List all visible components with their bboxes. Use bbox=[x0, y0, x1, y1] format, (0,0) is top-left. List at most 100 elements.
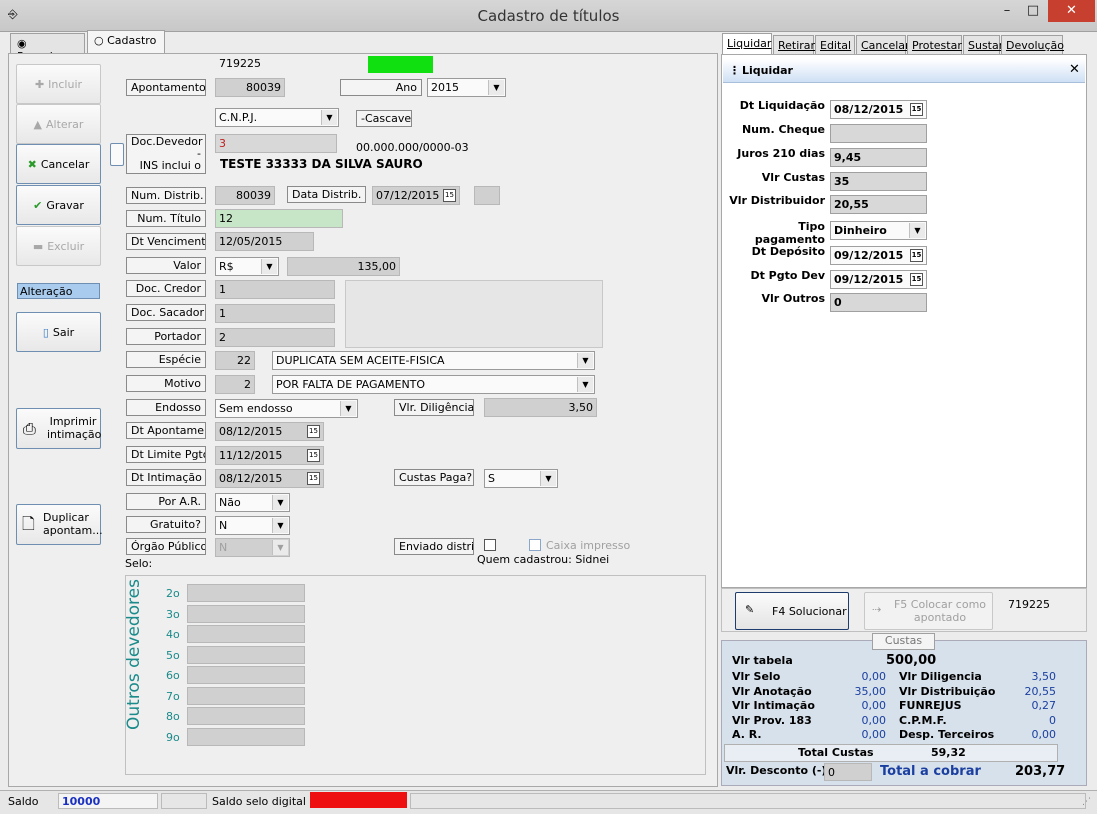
outros-row-field[interactable] bbox=[187, 686, 305, 705]
doc-devedor-toggle[interactable] bbox=[110, 143, 124, 166]
sair-button[interactable]: ▯ Sair bbox=[16, 312, 101, 352]
orgao-select[interactable]: N ▼ bbox=[215, 538, 290, 557]
right-tab-6[interactable]: Devolução bbox=[1001, 35, 1064, 55]
right-tab-2[interactable]: Edital bbox=[815, 35, 855, 55]
arrow-icon: ⇢ bbox=[872, 603, 882, 616]
doc-devedor-field[interactable]: 3 bbox=[215, 134, 337, 153]
liquidar-field-4[interactable]: 20,55 bbox=[830, 195, 927, 214]
radio-icon: ○ bbox=[94, 34, 108, 47]
dt-venc-field[interactable]: 12/05/2015 bbox=[215, 232, 314, 251]
liquidar-field-2[interactable]: 9,45 bbox=[830, 148, 927, 167]
right-tab-5[interactable]: Sustar bbox=[963, 35, 1003, 55]
diligencia-field[interactable]: 3,50 bbox=[484, 398, 597, 417]
caixa-checkbox[interactable] bbox=[529, 539, 541, 551]
custas-cell: 0,00 bbox=[861, 728, 887, 741]
close-icon[interactable]: ✕ bbox=[1069, 62, 1080, 77]
custas-cell: 0 bbox=[1049, 713, 1056, 727]
calendar-icon[interactable]: 15 bbox=[307, 425, 320, 438]
especie-select[interactable]: DUPLICATA SEM ACEITE-FISICA ▼ bbox=[272, 351, 595, 370]
por-ar-select[interactable]: Não ▼ bbox=[215, 493, 290, 512]
imprimir-button[interactable]: ⎙ Imprimir intimação bbox=[16, 408, 101, 449]
custas-cell: Vlr Diligencia bbox=[899, 670, 982, 683]
liquidar-label-4: Vlr Distribuidor bbox=[729, 194, 825, 207]
valor-field[interactable]: 135,00 bbox=[287, 257, 400, 276]
liquidar-field-0[interactable]: 08/12/2015 15 bbox=[830, 100, 927, 119]
minimize-button[interactable]: – bbox=[994, 0, 1020, 22]
tab-pesquisa[interactable]: ◉ Pesquisa bbox=[10, 33, 85, 63]
dt-apont-field[interactable]: 08/12/2015 15 bbox=[215, 422, 324, 441]
duplicar-button[interactable]: 🗋 Duplicar apontam... bbox=[16, 504, 103, 545]
dt-venc-label: Dt Vencimento bbox=[126, 233, 206, 250]
right-tab-3[interactable]: Cancelar bbox=[856, 35, 910, 55]
liquidar-field-5[interactable]: Dinheiro ▼ bbox=[830, 221, 927, 240]
num-titulo-field[interactable]: 12 bbox=[215, 209, 343, 228]
custas-paga-select[interactable]: S ▼ bbox=[484, 469, 558, 488]
endosso-label: Endosso bbox=[126, 399, 206, 416]
outros-row-field[interactable] bbox=[187, 727, 305, 746]
enviado-checkbox[interactable] bbox=[484, 539, 496, 551]
doc-credor-field[interactable]: 1 bbox=[215, 280, 335, 299]
outros-row-field[interactable] bbox=[187, 707, 305, 725]
right-tab-0[interactable]: Liquidar bbox=[722, 33, 772, 55]
outros-row-field[interactable] bbox=[187, 666, 305, 684]
liquidar-field-7[interactable]: 09/12/2015 15 bbox=[830, 270, 927, 289]
apontamento-field[interactable]: 80039 bbox=[215, 78, 285, 97]
valor-label: Valor bbox=[126, 257, 206, 274]
endosso-select[interactable]: Sem endosso ▼ bbox=[215, 399, 358, 418]
outros-row-label: 9o bbox=[166, 730, 180, 744]
total-cobrar-value: 203,77 bbox=[1015, 764, 1066, 779]
chevron-down-icon: ▼ bbox=[321, 110, 337, 125]
gratuito-select[interactable]: N ▼ bbox=[215, 516, 290, 535]
dt-limite-field[interactable]: 11/12/2015 15 bbox=[215, 446, 324, 465]
motivo-select[interactable]: POR FALTA DE PAGAMENTO ▼ bbox=[272, 375, 595, 394]
gravar-button[interactable]: ✔ Gravar bbox=[16, 185, 101, 225]
chevron-down-icon: ▼ bbox=[261, 259, 277, 274]
solucionar-button[interactable]: ✎ F4 Solucionar bbox=[735, 592, 849, 630]
doc-type-select[interactable]: C.N.P.J. ▼ bbox=[215, 108, 339, 127]
excluir-button[interactable]: ▬ Excluir bbox=[16, 226, 101, 266]
portador-field[interactable]: 2 bbox=[215, 328, 335, 347]
status-blank-wide bbox=[410, 793, 1086, 809]
num-distrib-field[interactable]: 80039 bbox=[215, 186, 275, 205]
custas-cell: A. R. bbox=[732, 728, 762, 741]
calendar-icon[interactable]: 15 bbox=[307, 449, 320, 462]
calendar-icon[interactable]: 15 bbox=[910, 249, 923, 262]
calendar-icon[interactable]: 15 bbox=[910, 273, 923, 286]
alterar-button[interactable]: ▲ Alterar bbox=[16, 104, 101, 144]
window-title: Cadastro de títulos bbox=[477, 7, 620, 25]
doc-sacador-label: Doc. Sacador bbox=[126, 304, 206, 321]
drag-handle-icon[interactable]: ⋮ bbox=[729, 64, 740, 77]
outros-row-field[interactable] bbox=[187, 584, 305, 602]
maximize-button[interactable]: □ bbox=[1020, 0, 1046, 22]
liquidar-field-8[interactable]: 0 bbox=[830, 293, 927, 312]
ano-select[interactable]: 2015 ▼ bbox=[427, 78, 506, 97]
especie-code[interactable]: 22 bbox=[215, 351, 255, 370]
close-button[interactable]: ✕ bbox=[1048, 0, 1095, 22]
liquidar-field-3[interactable]: 35 bbox=[830, 172, 927, 191]
doc-sacador-field[interactable]: 1 bbox=[215, 304, 335, 323]
cancelar-button[interactable]: ✖ Cancelar bbox=[16, 144, 101, 184]
desconto-field[interactable]: 0 bbox=[824, 763, 872, 781]
dt-intim-field[interactable]: 08/12/2015 15 bbox=[215, 469, 324, 488]
motivo-code[interactable]: 2 bbox=[215, 375, 255, 394]
calendar-icon[interactable]: 15 bbox=[910, 103, 923, 116]
colocar-apontado-button[interactable]: ⇢ F5 Colocar como apontado bbox=[864, 592, 993, 630]
right-tab-1[interactable]: Retirar bbox=[773, 35, 815, 55]
resize-grip-icon[interactable]: ⋰ bbox=[1082, 797, 1091, 807]
custas-cell: Vlr Anotação bbox=[732, 684, 812, 698]
liquidar-field-6[interactable]: 09/12/2015 15 bbox=[830, 246, 927, 265]
outros-row-field[interactable] bbox=[187, 625, 305, 643]
liquidar-field-1[interactable] bbox=[830, 124, 927, 143]
right-tab-4[interactable]: Protestar bbox=[907, 35, 962, 55]
incluir-button[interactable]: ✚ Incluir bbox=[16, 64, 101, 104]
printer-icon: ⎙ bbox=[23, 419, 36, 438]
moeda-select[interactable]: R$ ▼ bbox=[215, 257, 279, 276]
calendar-icon[interactable]: 15 bbox=[443, 189, 456, 202]
outros-row-field[interactable] bbox=[187, 604, 305, 623]
tab-cadastro[interactable]: ○ Cadastro bbox=[87, 30, 165, 53]
data-distrib-field[interactable]: 07/12/2015 15 bbox=[372, 186, 460, 205]
outros-row-field[interactable] bbox=[187, 645, 305, 664]
selo-label: Selo: bbox=[125, 557, 153, 570]
calendar-icon[interactable]: 15 bbox=[307, 472, 320, 485]
doc-formatted: 00.000.000/0000-03 bbox=[356, 141, 469, 154]
